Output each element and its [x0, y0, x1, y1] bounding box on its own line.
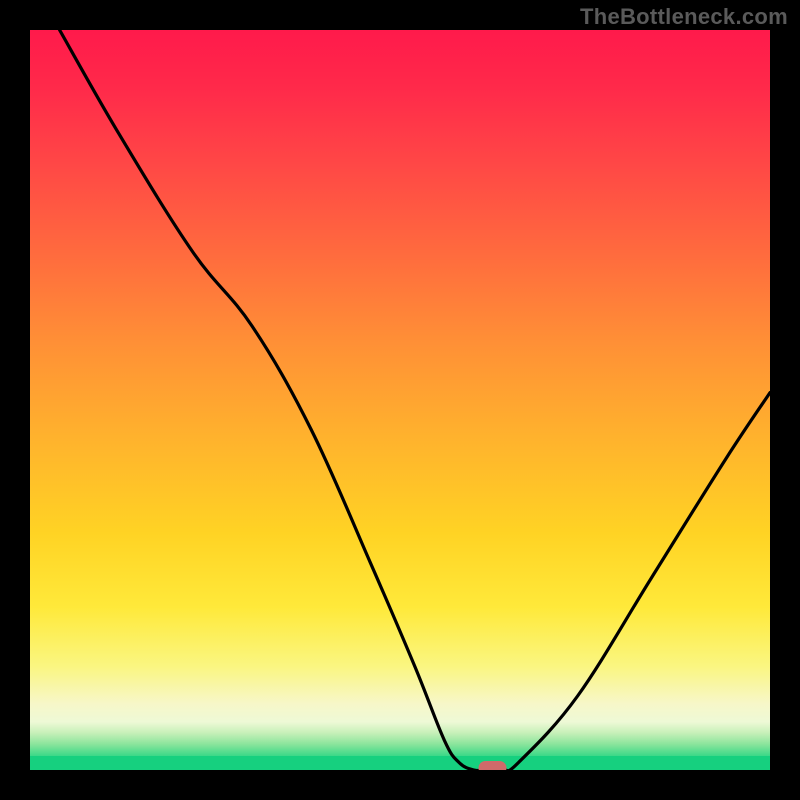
watermark-text: TheBottleneck.com — [580, 4, 788, 30]
curve-overlay — [30, 30, 770, 770]
optimum-marker — [479, 761, 507, 770]
bottleneck-curve — [60, 30, 770, 770]
chart-stage: TheBottleneck.com — [0, 0, 800, 800]
plot-area — [30, 30, 770, 770]
